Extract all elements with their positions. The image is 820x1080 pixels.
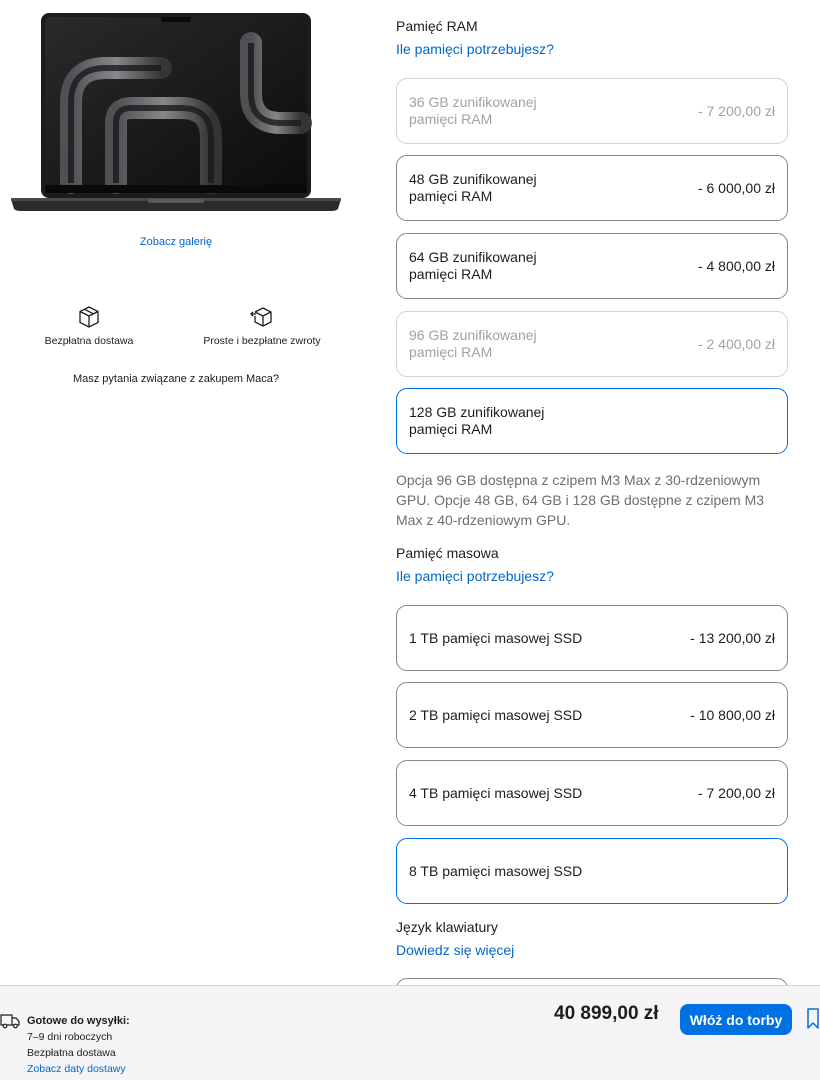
- option-price: - 4 800,00 zł: [697, 258, 775, 274]
- questions-link[interactable]: Masz pytania związane z zakupem Maca?: [0, 373, 352, 385]
- perk-label: Bezpłatna dostawa: [44, 335, 134, 347]
- option-price: - 2 400,00 zł: [697, 336, 775, 352]
- option-name-line: pamięci RAM: [409, 421, 493, 437]
- free-delivery-text: Bezpłatna dostawa: [27, 1047, 116, 1059]
- perk-label: Proste i bezpłatne zwroty: [203, 335, 321, 347]
- ram-section-title: Pamięć RAM: [396, 18, 478, 34]
- option-name: 1 TB pamięci masowej SSD: [409, 629, 583, 646]
- storage-section-title: Pamięć masowa: [396, 545, 499, 561]
- storage-option-4tb[interactable]: 4 TB pamięci masowej SSD - 7 200,00 zł: [396, 760, 788, 826]
- option-price: - 7 200,00 zł: [697, 103, 775, 119]
- option-name-line: 128 GB zunifikowanej: [409, 404, 545, 420]
- add-to-bag-button[interactable]: Włóż do torby: [680, 1004, 792, 1035]
- option-name: 2 TB pamięci masowej SSD: [409, 706, 583, 723]
- see-gallery-link[interactable]: Zobacz galerię: [0, 236, 352, 248]
- ready-to-ship-label: Gotowe do wysyłki:: [27, 1015, 130, 1027]
- option-name-line: pamięci RAM: [409, 266, 493, 282]
- storage-help-link[interactable]: Ile pamięci potrzebujesz?: [396, 568, 554, 584]
- delivery-dates-link[interactable]: Zobacz daty dostawy: [27, 1063, 126, 1075]
- ram-option-96gb[interactable]: 96 GB zunifikowanej pamięci RAM - 2 400,…: [396, 311, 788, 377]
- option-name-line: 48 GB zunifikowanej: [409, 171, 537, 187]
- option-price: - 13 200,00 zł: [690, 630, 775, 646]
- perk-free-returns: Proste i bezpłatne zwroty: [198, 305, 326, 347]
- storage-option-8tb[interactable]: 8 TB pamięci masowej SSD: [396, 838, 788, 904]
- ram-option-48gb[interactable]: 48 GB zunifikowanej pamięci RAM - 6 000,…: [396, 155, 788, 221]
- ram-option-36gb[interactable]: 36 GB zunifikowanej pamięci RAM - 7 200,…: [396, 78, 788, 144]
- option-name: 4 TB pamięci masowej SSD: [409, 784, 583, 801]
- ram-availability-note: Opcja 96 GB dostępna z czipem M3 Max z 3…: [396, 472, 765, 528]
- ram-option-128gb[interactable]: 128 GB zunifikowanej pamięci RAM: [396, 388, 788, 454]
- storage-option-2tb[interactable]: 2 TB pamięci masowej SSD - 10 800,00 zł: [396, 682, 788, 748]
- ram-help-link[interactable]: Ile pamięci potrzebujesz?: [396, 41, 554, 57]
- keyboard-section-title: Język klawiatury: [396, 919, 498, 935]
- option-name-line: pamięci RAM: [409, 111, 493, 127]
- option-name: 128 GB zunifikowanej pamięci RAM: [409, 404, 544, 438]
- option-price: - 10 800,00 zł: [690, 707, 775, 723]
- box-return-icon: [250, 307, 272, 327]
- option-name: 96 GB zunifikowanej pamięci RAM: [409, 327, 537, 361]
- option-price: - 6 000,00 zł: [697, 180, 775, 196]
- option-name-line: pamięci RAM: [409, 344, 493, 360]
- option-name-line: 64 GB zunifikowanej: [409, 249, 537, 265]
- truck-icon: [0, 1014, 20, 1029]
- option-name-line: 36 GB zunifikowanej: [409, 94, 537, 110]
- ram-option-64gb[interactable]: 64 GB zunifikowanej pamięci RAM - 4 800,…: [396, 233, 788, 299]
- macbook-pro-image: [11, 13, 341, 211]
- option-name: 48 GB zunifikowanej pamięci RAM: [409, 171, 537, 205]
- shipping-time: 7–9 dni roboczych: [27, 1031, 113, 1043]
- total-price: 40 899,00 zł: [554, 1003, 659, 1024]
- storage-option-1tb[interactable]: 1 TB pamięci masowej SSD - 13 200,00 zł: [396, 605, 788, 671]
- option-name-line: pamięci RAM: [409, 188, 493, 204]
- bookmark-icon[interactable]: [806, 1008, 820, 1030]
- option-name-line: 96 GB zunifikowanej: [409, 327, 537, 343]
- option-price: - 7 200,00 zł: [697, 785, 775, 801]
- box-icon: [79, 306, 99, 328]
- option-name: 64 GB zunifikowanej pamięci RAM: [409, 249, 537, 283]
- perk-free-delivery: Bezpłatna dostawa: [39, 305, 139, 347]
- option-name: 36 GB zunifikowanej pamięci RAM: [409, 94, 537, 128]
- keyboard-learn-more-link[interactable]: Dowiedz się więcej: [396, 942, 514, 958]
- option-name: 8 TB pamięci masowej SSD: [409, 862, 583, 879]
